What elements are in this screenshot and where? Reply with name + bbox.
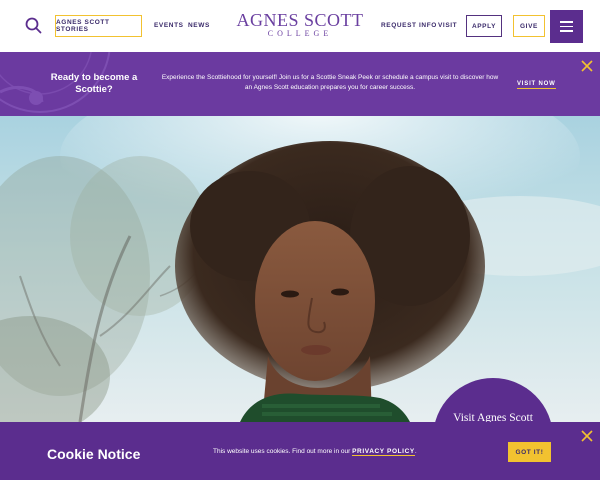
hero-image <box>0 116 600 422</box>
announcement-banner: Ready to become a Scottie? Experience th… <box>0 52 600 116</box>
give-button[interactable]: GIVE <box>513 15 545 37</box>
news-link[interactable]: NEWS <box>188 22 210 29</box>
search-icon[interactable] <box>24 16 44 36</box>
hero-photo-illustration <box>0 116 600 422</box>
cookie-text: This website uses cookies. Find out more… <box>213 448 417 456</box>
hamburger-menu-icon[interactable] <box>550 10 583 43</box>
apply-button[interactable]: APPLY <box>466 15 502 37</box>
agnes-scott-stories-button[interactable]: AGNES SCOTT STORIES <box>55 15 142 37</box>
cookie-text-body: This website uses cookies. Find out more… <box>213 448 351 455</box>
banner-text: Experience the Scottiehood for yourself!… <box>161 74 499 91</box>
cookie-notice-bar: Cookie Notice This website uses cookies.… <box>0 422 600 480</box>
banner-title: Ready to become a Scottie? <box>50 72 138 95</box>
logo-wordmark: AGNES SCOTT <box>236 10 364 30</box>
site-header: AGNES SCOTT STORIES EVENTS NEWS AGNES SC… <box>0 0 600 52</box>
cookie-title: Cookie Notice <box>47 446 141 462</box>
privacy-policy-link[interactable]: PRIVACY POLICY <box>352 448 415 456</box>
cookie-text-end: . <box>414 448 417 455</box>
college-logo[interactable]: AGNES SCOTT COLLEGE <box>232 11 368 41</box>
close-icon[interactable] <box>580 59 594 73</box>
request-info-link[interactable]: REQUEST INFO <box>381 22 437 29</box>
logo-subtitle: COLLEGE <box>267 29 333 38</box>
visit-link[interactable]: VISIT <box>438 22 457 29</box>
visit-now-link[interactable]: VISIT NOW <box>517 81 556 89</box>
got-it-button[interactable]: GOT IT! <box>508 442 551 462</box>
close-icon[interactable] <box>580 429 594 443</box>
events-link[interactable]: EVENTS <box>154 22 184 29</box>
